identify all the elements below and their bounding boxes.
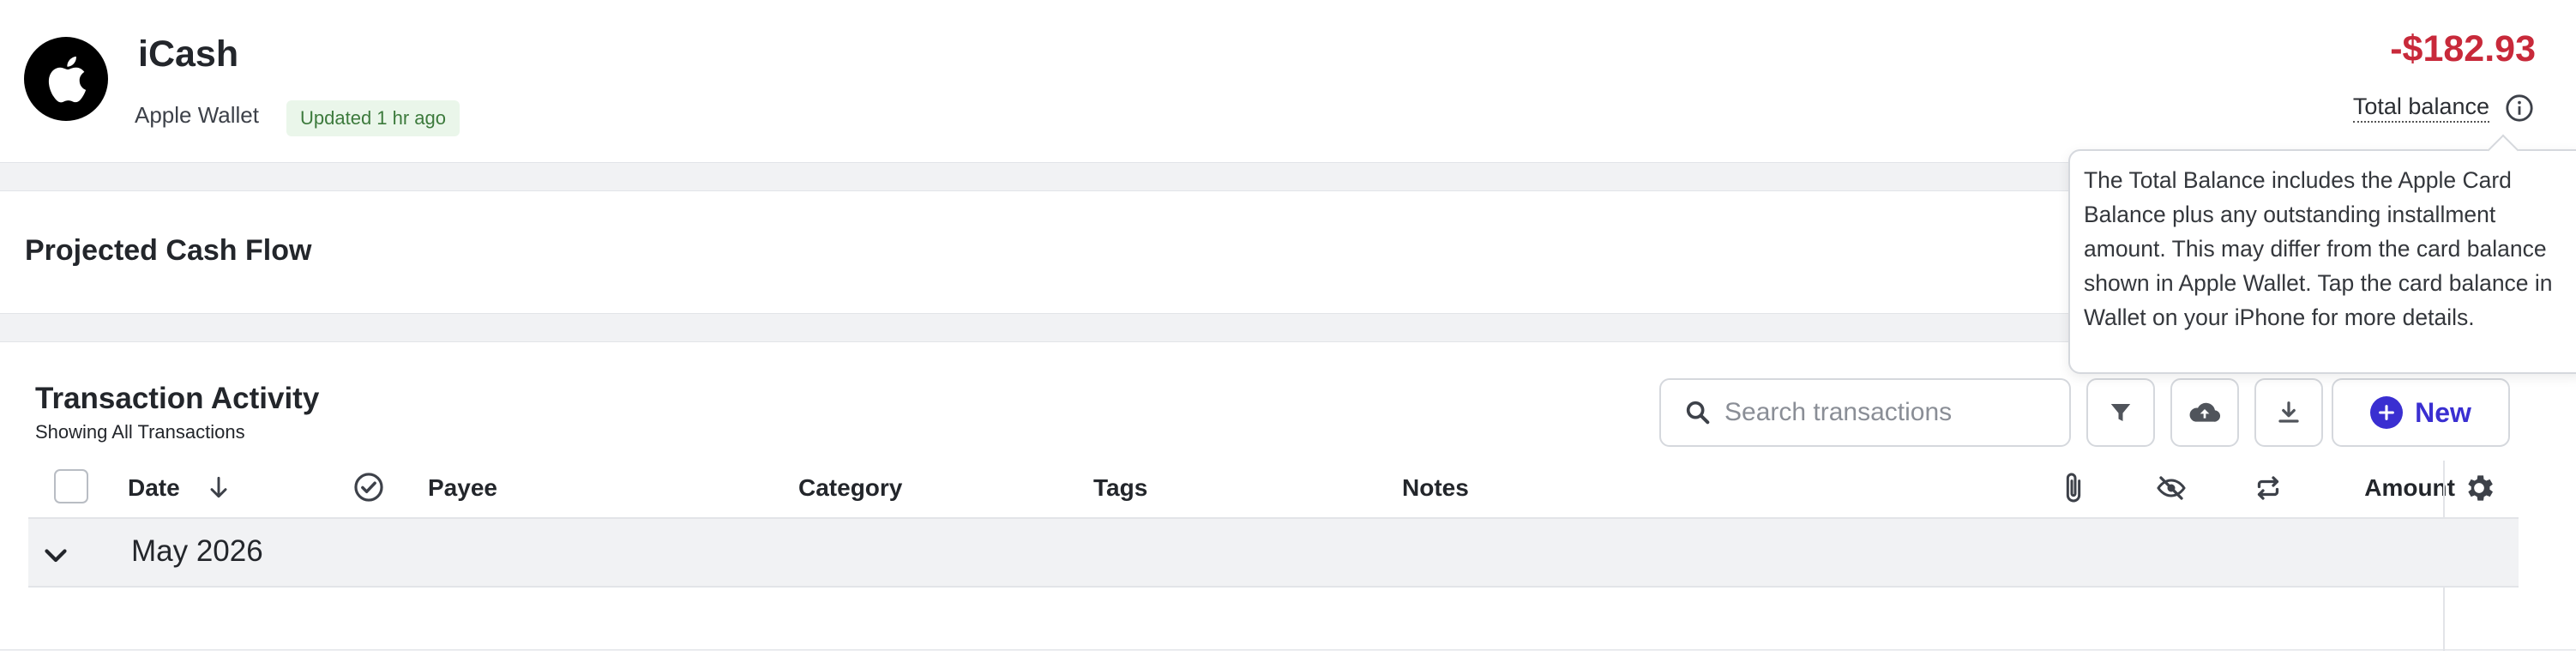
chevron-down-icon[interactable]: [40, 539, 71, 570]
month-group-row[interactable]: May 2026: [28, 517, 2519, 588]
new-button-label: New: [2415, 396, 2471, 428]
cloud-upload-icon: [2189, 402, 2221, 422]
column-payee[interactable]: Payee: [428, 474, 497, 502]
column-category[interactable]: Category: [798, 474, 902, 502]
download-icon: [2278, 401, 2299, 423]
plus-icon: [2370, 396, 2404, 429]
filter-button[interactable]: [2086, 378, 2155, 447]
apple-logo-icon: [24, 37, 108, 121]
download-button[interactable]: [2254, 378, 2323, 447]
column-notes[interactable]: Notes: [1402, 474, 1469, 502]
attachment-icon[interactable]: [2061, 471, 2086, 505]
search-input[interactable]: [1724, 398, 2050, 427]
total-balance-label[interactable]: Total balance: [2352, 93, 2489, 123]
month-group-label: May 2026: [131, 534, 263, 568]
column-date[interactable]: Date: [128, 474, 180, 502]
account-header-card: iCash Apple Wallet Updated 1 hr ago -$18…: [0, 0, 2576, 163]
new-transaction-button[interactable]: New: [2332, 378, 2510, 447]
transaction-activity-card: Transaction Activity Showing All Transac…: [0, 341, 2576, 651]
cash-flow-title: Projected Cash Flow: [25, 234, 312, 267]
upload-button[interactable]: [2170, 378, 2239, 447]
search-icon: [1686, 401, 1710, 425]
sort-down-icon[interactable]: [205, 473, 232, 502]
recurring-icon[interactable]: [2253, 473, 2284, 503]
filter-icon: [2110, 404, 2131, 421]
total-balance-amount: -$182.93: [2390, 28, 2536, 69]
account-name: iCash: [138, 33, 239, 75]
reviewed-check-icon[interactable]: [352, 471, 385, 503]
transactions-title: Transaction Activity: [35, 382, 320, 415]
total-balance-tooltip: The Total Balance includes the Apple Car…: [2068, 149, 2576, 374]
column-amount[interactable]: Amount: [2364, 474, 2455, 502]
transactions-subtitle: Showing All Transactions: [35, 421, 245, 443]
settings-gear-icon[interactable]: [2462, 471, 2496, 505]
select-all-checkbox[interactable]: [54, 469, 88, 503]
column-tags[interactable]: Tags: [1093, 474, 1147, 502]
search-field[interactable]: [1659, 378, 2071, 447]
account-provider: Apple Wallet: [135, 102, 259, 128]
updated-status-badge: Updated 1 hr ago: [286, 100, 460, 136]
hidden-eye-icon[interactable]: [2155, 473, 2188, 503]
info-icon[interactable]: [2505, 93, 2534, 123]
